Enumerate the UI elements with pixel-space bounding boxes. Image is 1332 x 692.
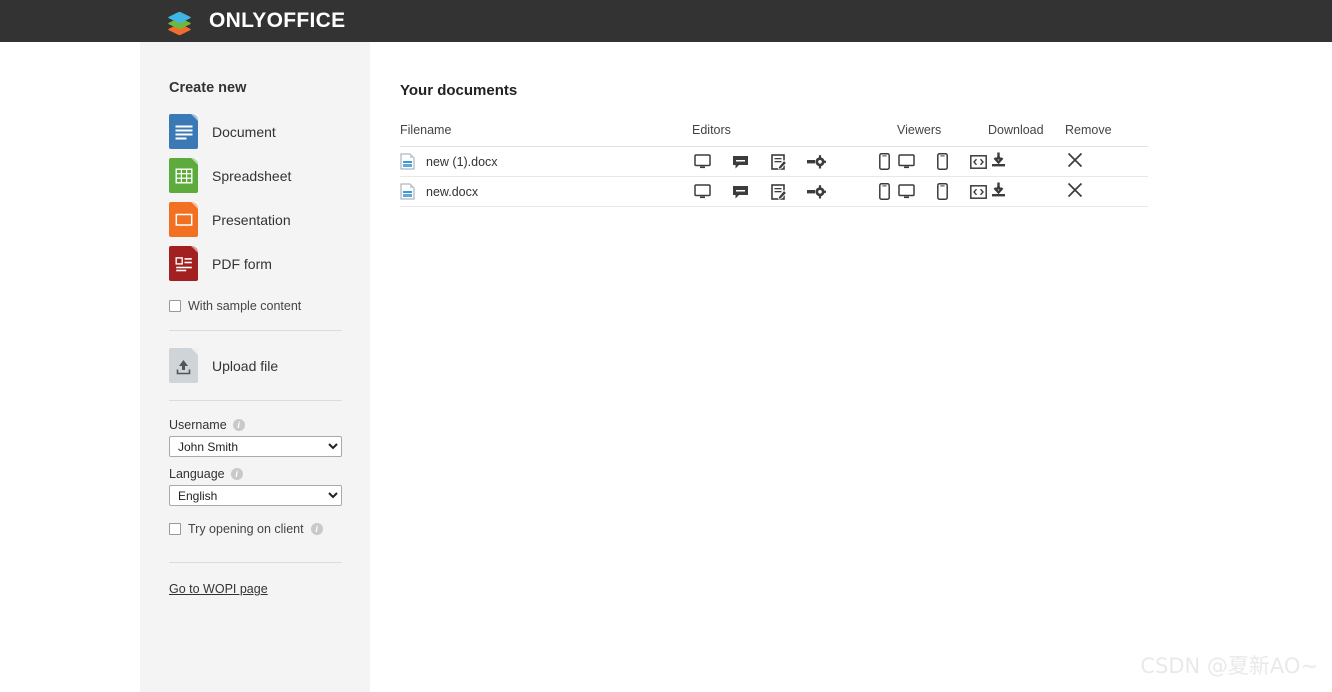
language-label-row: Language i xyxy=(169,467,342,481)
documents-table: Filename Editors Viewers Download Remove xyxy=(400,123,1148,207)
lines-glyph xyxy=(175,125,192,140)
download-icon[interactable] xyxy=(988,180,1008,200)
cell-download xyxy=(988,176,1065,207)
upload-arrow-glyph xyxy=(176,360,191,375)
filename-text: new (1).docx xyxy=(426,154,498,169)
form-glyph xyxy=(175,257,192,272)
create-document-item[interactable]: Document xyxy=(169,114,342,149)
cell-remove xyxy=(1065,146,1148,177)
desktop-icon[interactable] xyxy=(897,182,915,202)
documents-table-body: new (1).docx new.docx xyxy=(400,146,1148,207)
column-header-viewers: Viewers xyxy=(897,123,988,147)
info-icon[interactable]: i xyxy=(232,419,245,431)
filename-text: new.docx xyxy=(426,184,479,199)
column-header-editors: Editors xyxy=(692,123,897,147)
table-row: new (1).docx xyxy=(400,146,1148,177)
upload-file-button[interactable]: Upload file xyxy=(169,348,342,383)
docx-file-icon xyxy=(400,153,415,170)
divider-3 xyxy=(169,562,342,563)
column-header-download: Download xyxy=(988,123,1065,147)
grid-glyph xyxy=(175,168,192,184)
main-content: Your documents Filename Editors Viewers … xyxy=(370,42,1332,692)
embed-code-icon[interactable] xyxy=(970,152,988,172)
language-select[interactable]: English xyxy=(169,485,342,506)
try-opening-on-client-row[interactable]: Try opening on client i xyxy=(169,522,342,536)
spreadsheet-file-icon xyxy=(169,158,198,193)
cell-filename: new.docx xyxy=(400,176,692,207)
info-icon[interactable]: i xyxy=(230,468,243,480)
create-spreadsheet-item[interactable]: Spreadsheet xyxy=(169,158,342,193)
username-select[interactable]: John Smith xyxy=(169,436,342,457)
language-label: Language xyxy=(169,467,225,481)
mobile-icon[interactable] xyxy=(874,152,894,172)
close-x-icon[interactable] xyxy=(1065,150,1085,170)
desktop-icon[interactable] xyxy=(897,152,915,172)
settings-gear-icon[interactable] xyxy=(806,182,826,202)
divider-1 xyxy=(169,330,342,331)
username-label-row: Username i xyxy=(169,418,342,432)
create-item-label: Document xyxy=(212,123,276,140)
try-opening-on-client-checkbox[interactable] xyxy=(169,523,181,535)
desktop-icon[interactable] xyxy=(692,182,712,202)
info-icon[interactable]: i xyxy=(310,523,323,535)
top-header-bar: ONLYOFFICE xyxy=(0,0,1332,42)
embed-code-icon[interactable] xyxy=(970,182,988,202)
mobile-icon[interactable] xyxy=(933,182,951,202)
try-opening-on-client-label: Try opening on client xyxy=(188,522,304,536)
cell-viewers xyxy=(897,176,988,207)
username-label: Username xyxy=(169,418,227,432)
brand-title: ONLYOFFICE xyxy=(209,9,346,32)
mobile-icon[interactable] xyxy=(933,152,951,172)
presentation-file-icon xyxy=(169,202,198,237)
with-sample-content-checkbox[interactable] xyxy=(169,300,181,312)
page-root: ONLYOFFICE Create new Document Spreadshe… xyxy=(0,0,1332,692)
settings-gear-icon[interactable] xyxy=(806,152,826,172)
column-header-remove: Remove xyxy=(1065,123,1148,147)
desktop-icon[interactable] xyxy=(692,152,712,172)
divider-2 xyxy=(169,400,342,401)
upload-file-icon xyxy=(169,348,198,383)
page-title: Your documents xyxy=(400,82,518,99)
document-file-icon xyxy=(169,114,198,149)
cell-viewers xyxy=(897,146,988,177)
with-sample-content-row[interactable]: With sample content xyxy=(169,299,342,313)
create-new-list: Document Spreadsheet Presentation PDF fo… xyxy=(169,114,342,281)
table-header-row: Filename Editors Viewers Download Remove xyxy=(400,123,1148,147)
edit-document-icon[interactable] xyxy=(768,182,788,202)
go-to-wopi-page-link[interactable]: Go to WOPI page xyxy=(169,582,268,596)
create-item-label: Spreadsheet xyxy=(212,167,292,184)
download-icon[interactable] xyxy=(988,150,1008,170)
edit-document-icon[interactable] xyxy=(768,152,788,172)
close-x-icon[interactable] xyxy=(1065,180,1085,200)
comment-icon[interactable] xyxy=(730,182,750,202)
cell-filename: new (1).docx xyxy=(400,146,692,177)
watermark: CSDN @夏新AO~ xyxy=(1140,654,1318,678)
table-row: new.docx xyxy=(400,176,1148,207)
column-header-filename: Filename xyxy=(400,123,692,147)
docx-file-icon xyxy=(400,183,415,200)
mobile-icon[interactable] xyxy=(874,182,894,202)
create-item-label: Presentation xyxy=(212,211,291,228)
pdf-form-file-icon xyxy=(169,246,198,281)
onlyoffice-layers-icon xyxy=(167,8,198,36)
create-presentation-item[interactable]: Presentation xyxy=(169,202,342,237)
cell-remove xyxy=(1065,176,1148,207)
upload-file-label: Upload file xyxy=(212,357,279,374)
comment-icon[interactable] xyxy=(730,152,750,172)
brand-logo[interactable]: ONLYOFFICE xyxy=(167,8,346,36)
cell-download xyxy=(988,146,1065,177)
cell-editors xyxy=(692,146,897,177)
sidebar: Create new Document Spreadsheet Presenta… xyxy=(140,42,370,692)
cell-editors xyxy=(692,176,897,207)
slide-glyph xyxy=(175,213,192,226)
create-new-heading: Create new xyxy=(169,80,247,96)
create-pdf-form-item[interactable]: PDF form xyxy=(169,246,342,281)
with-sample-content-label: With sample content xyxy=(188,299,302,313)
create-item-label: PDF form xyxy=(212,255,272,272)
